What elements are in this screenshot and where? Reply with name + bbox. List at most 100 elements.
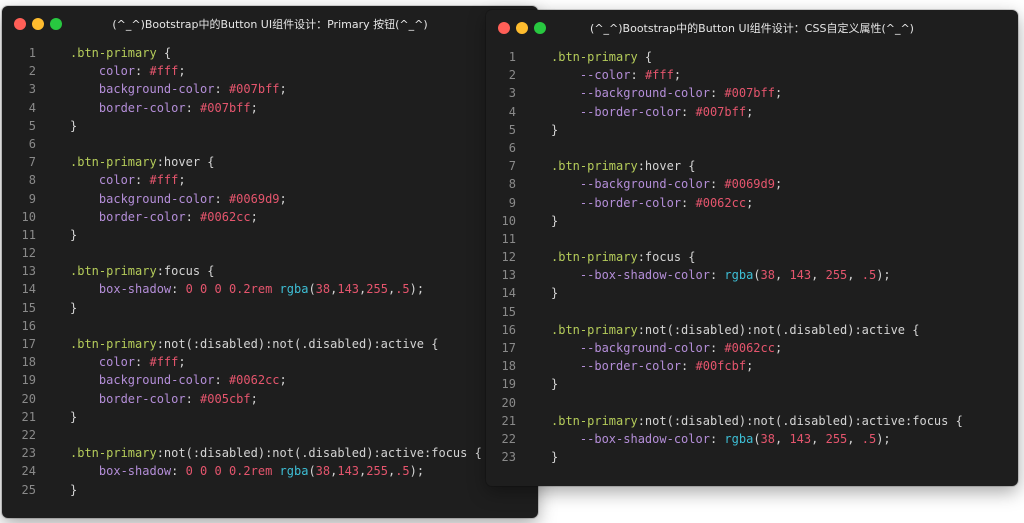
code-text: .btn-primary:hover { (551, 157, 696, 175)
code-line: 3 background-color: #007bff; (2, 80, 538, 98)
code-text: .btn-primary { (70, 44, 171, 62)
code-token: .btn-primary (551, 250, 638, 265)
code-token: #007bff (695, 104, 747, 119)
maximize-window-icon[interactable] (534, 22, 546, 34)
code-line: 8 --background-color: #0069d9; (486, 175, 1018, 193)
code-token: :focus (156, 264, 201, 279)
code-line: 18 --border-color: #00fcbf; (486, 357, 1018, 375)
code-token: 255 (366, 464, 388, 479)
code-text: box-shadow: 0 0 0 0.2rem rgba(38,143,255… (70, 462, 424, 480)
code-token: .btn-primary (70, 446, 157, 461)
code-token: } (70, 118, 78, 133)
code-block: 1 .btn-primary {2 --color: #fff; 3 --backg… (486, 46, 1018, 466)
code-text: color: #fff; (70, 62, 186, 80)
code-token: : (214, 191, 229, 206)
code-token: { (200, 155, 215, 170)
close-window-icon[interactable] (14, 18, 26, 30)
code-token: :hover (637, 159, 682, 174)
code-line: 20 (486, 394, 1018, 412)
code-token: ); (409, 464, 425, 479)
maximize-window-icon[interactable] (50, 18, 62, 30)
code-line: 1 .btn-primary { (2, 44, 538, 62)
code-text: .btn-primary:not(:disabled):not(.disable… (70, 335, 438, 353)
code-token: --box-shadow-color (551, 268, 710, 283)
code-token: #0062cc (200, 209, 251, 224)
code-token: 0 0 0 0.2rem (185, 282, 280, 297)
line-number: 5 (28, 118, 36, 133)
line-number: 22 (501, 431, 516, 446)
code-line: 4 --border-color: #007bff; (486, 103, 1018, 121)
line-number: 6 (508, 140, 516, 155)
code-token: .5 (861, 268, 877, 283)
line-number: 23 (501, 450, 516, 465)
line-number: 18 (21, 355, 36, 370)
code-line: 19} (486, 375, 1018, 393)
line-number: 13 (21, 264, 36, 279)
code-token: : (135, 64, 150, 79)
code-token: : (214, 373, 229, 388)
line-number: 16 (21, 318, 36, 333)
code-token: #007bff (228, 82, 280, 97)
code-token: 255 (825, 431, 848, 446)
code-token: --border-color (551, 195, 682, 210)
code-token: 143 (337, 282, 360, 297)
code-line: 16 .btn-primary:not(:disabled):not(.disab… (486, 321, 1018, 339)
code-line: 11} (2, 226, 538, 244)
code-token: ; (746, 195, 754, 210)
window-titlebar: (^_^)Bootstrap中的Button UI组件设计：CSS自定义属性(^… (486, 10, 1018, 46)
code-line: 24 box-shadow: 0 0 0 0.2rem rgba(38,143,… (2, 462, 538, 480)
code-line: 3 --background-color: #007bff; (486, 84, 1018, 102)
code-token: : (709, 177, 725, 192)
code-text: box-shadow: 0 0 0 0.2rem rgba(38,143,255… (70, 280, 424, 298)
code-text: --color: #fff; (551, 66, 681, 84)
code-line: 2 color: #fff; (2, 62, 538, 80)
code-token: :not(:disabled):not(.disabled):active (156, 337, 425, 351)
code-token: --border-color (551, 359, 682, 374)
code-token: --background-color (551, 177, 710, 192)
code-token: } (551, 286, 559, 301)
code-text: --background-color: #007bff; (551, 84, 782, 102)
code-token: : (185, 100, 201, 115)
minimize-window-icon[interactable] (516, 22, 528, 34)
code-token: .btn-primary (551, 322, 638, 337)
code-token: } (551, 450, 559, 465)
close-window-icon[interactable] (498, 22, 510, 34)
code-token: border-color (70, 209, 186, 224)
code-token: --background-color (551, 341, 710, 355)
minimize-window-icon[interactable] (32, 18, 44, 30)
line-number: 10 (501, 213, 516, 228)
code-token: #0062cc (695, 195, 747, 210)
line-number: 14 (501, 286, 516, 301)
window-controls (14, 18, 62, 30)
window-title: (^_^)Bootstrap中的Button UI组件设计：Primary 按钮… (112, 18, 428, 31)
code-token: : (135, 355, 150, 370)
line-number: 20 (21, 391, 36, 406)
code-token: 0 0 0 0.2rem (185, 464, 280, 479)
code-token: 143 (789, 268, 812, 283)
code-line: 7 .btn-primary:hover { (486, 157, 1018, 175)
code-token: ); (409, 282, 425, 297)
window-controls (498, 22, 546, 34)
line-number: 7 (508, 159, 516, 174)
window-titlebar: (^_^)Bootstrap中的Button UI组件设计：Primary 按钮… (2, 6, 538, 42)
code-text: } (551, 375, 558, 393)
code-line: 17 .btn-primary:not(:disabled):not(.disab… (2, 335, 538, 353)
code-token: 38 (315, 464, 331, 479)
code-token: #fff (149, 64, 179, 79)
code-line: 13 .btn-primary:focus { (2, 262, 538, 280)
code-line: 23} (486, 448, 1018, 466)
code-token: background-color (70, 82, 215, 97)
code-text: .btn-primary:not(:disabled):not(.disable… (70, 444, 482, 462)
code-text: background-color: #007bff; (70, 80, 287, 98)
line-number: 9 (508, 195, 516, 210)
code-token: :focus (637, 250, 682, 265)
code-text: } (70, 226, 77, 244)
line-number: 12 (21, 246, 36, 261)
code-token: ( (308, 282, 316, 297)
line-number: 3 (508, 86, 516, 101)
code-token: ; (746, 104, 754, 119)
code-token: ); (876, 268, 891, 283)
code-text: color: #fff; (70, 353, 186, 371)
code-token: :not(:disabled):not(.disabled):active (637, 322, 906, 337)
code-token: , (811, 431, 826, 446)
